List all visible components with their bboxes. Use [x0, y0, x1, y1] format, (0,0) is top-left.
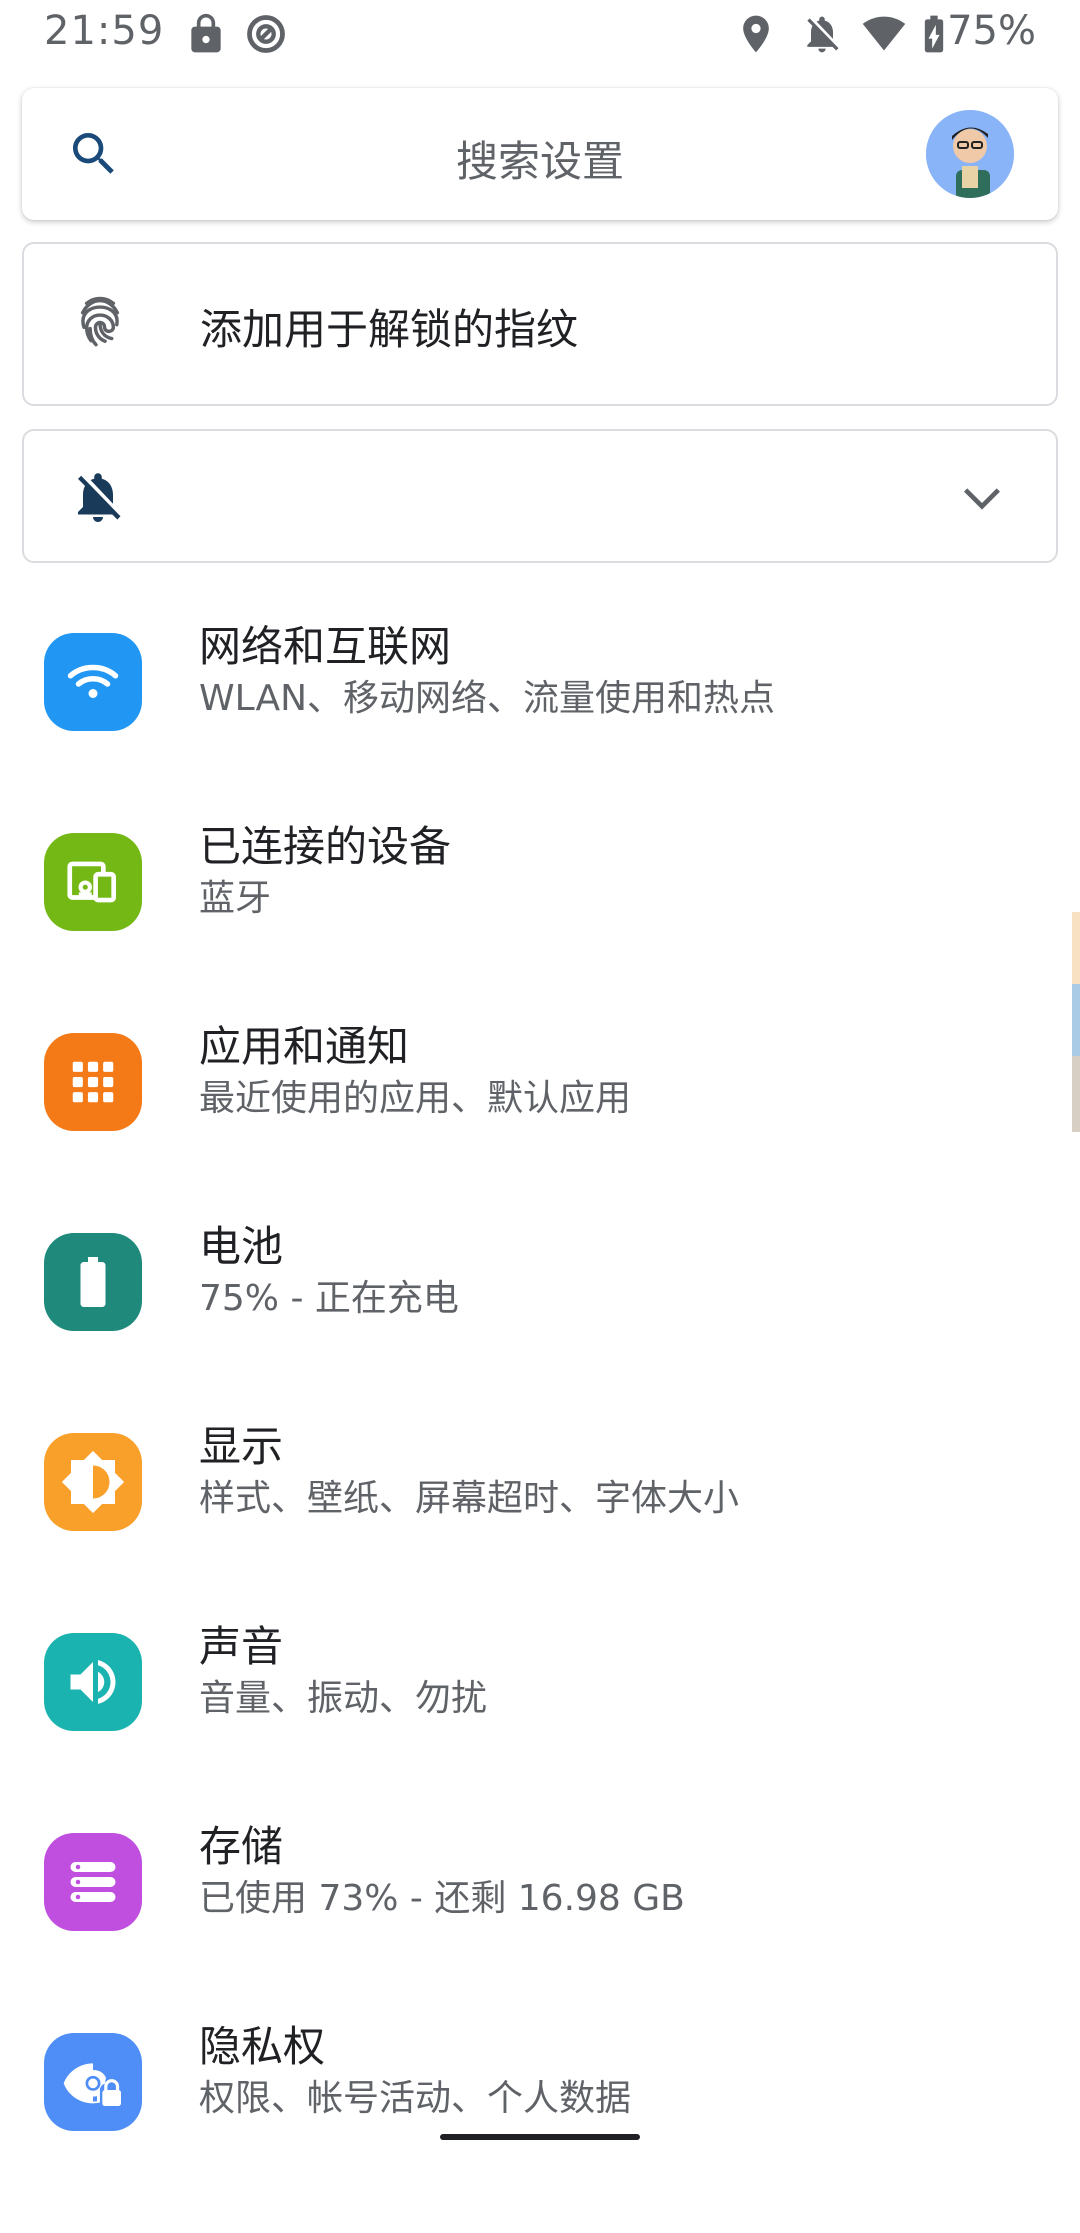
volume-icon	[44, 1633, 142, 1731]
edge-strip	[1072, 912, 1080, 1132]
settings-item-network[interactable]: 网络和互联网 WLAN、移动网络、流量使用和热点	[0, 622, 1060, 833]
settings-item-battery[interactable]: 电池 75% - 正在充电	[0, 1222, 1060, 1433]
settings-item-subtitle: 已使用 73% - 还剩 16.98 GB	[199, 1878, 685, 1919]
avatar[interactable]	[926, 110, 1014, 198]
settings-item-subtitle: 权限、帐号活动、个人数据	[199, 2078, 632, 2119]
fingerprint-suggestion-label[interactable]: 添加用于解锁的指纹	[200, 296, 578, 357]
fingerprint-icon	[80, 296, 120, 347]
search-placeholder[interactable]: 搜索设置	[22, 128, 1058, 189]
battery-percent: 75%	[947, 8, 1036, 54]
settings-item-subtitle: 样式、壁纸、屏幕超时、字体大小	[199, 1478, 740, 1519]
storage-icon	[44, 1833, 142, 1931]
navigation-handle[interactable]	[440, 2134, 640, 2140]
status-bar: 21:59 75%	[0, 0, 1080, 66]
settings-item-connected-devices[interactable]: 已连接的设备 蓝牙	[0, 822, 1060, 1033]
settings-item-title: 网络和互联网	[199, 622, 452, 671]
devices-icon	[44, 833, 142, 931]
lock-icon	[191, 13, 221, 53]
wifi-icon	[862, 16, 906, 51]
notifications-off-icon	[78, 473, 121, 522]
settings-item-title: 应用和通知	[199, 1022, 410, 1071]
settings-item-subtitle: 75% - 正在充电	[199, 1278, 459, 1319]
settings-item-subtitle: 蓝牙	[199, 878, 272, 919]
settings-item-subtitle: 音量、振动、勿扰	[199, 1678, 488, 1719]
edge-strip-segment	[1072, 1056, 1080, 1132]
status-time: 21:59	[44, 8, 165, 54]
settings-item-title: 隐私权	[199, 2022, 326, 2071]
search-bar[interactable]: 搜索设置	[22, 88, 1058, 220]
settings-item-apps[interactable]: 应用和通知 最近使用的应用、默认应用	[0, 1022, 1060, 1233]
edge-strip-segment	[1072, 984, 1080, 1056]
avatar-image	[926, 110, 1014, 198]
sync-icon	[247, 15, 285, 53]
edge-strip-segment	[1072, 912, 1080, 984]
settings-item-storage[interactable]: 存储 已使用 73% - 还剩 16.98 GB	[0, 1822, 1060, 2033]
settings-item-display[interactable]: 显示 样式、壁纸、屏幕超时、字体大小	[0, 1422, 1060, 1633]
settings-item-title: 声音	[199, 1622, 284, 1671]
settings-item-title: 显示	[199, 1422, 284, 1471]
settings-item-sound[interactable]: 声音 音量、振动、勿扰	[0, 1622, 1060, 1833]
notifications-off-icon	[807, 16, 839, 53]
settings-item-title: 电池	[199, 1222, 284, 1271]
settings-item-subtitle: WLAN、移动网络、流量使用和热点	[199, 678, 776, 719]
chevron-down-icon[interactable]	[954, 469, 1010, 525]
fingerprint-suggestion-card[interactable]: 添加用于解锁的指纹	[22, 242, 1058, 406]
location-icon	[743, 15, 769, 53]
battery-icon	[44, 1233, 142, 1331]
settings-item-title: 已连接的设备	[199, 822, 452, 871]
settings-item-title: 存储	[199, 1822, 284, 1871]
wifi-icon	[44, 633, 142, 731]
apps-grid-icon	[44, 1033, 142, 1131]
dnd-suggestion-card[interactable]	[22, 429, 1058, 563]
settings-item-subtitle: 最近使用的应用、默认应用	[199, 1078, 632, 1119]
brightness-icon	[44, 1433, 142, 1531]
privacy-eye-icon	[44, 2033, 142, 2131]
settings-item-privacy[interactable]: 隐私权 权限、帐号活动、个人数据	[0, 2022, 1060, 2233]
